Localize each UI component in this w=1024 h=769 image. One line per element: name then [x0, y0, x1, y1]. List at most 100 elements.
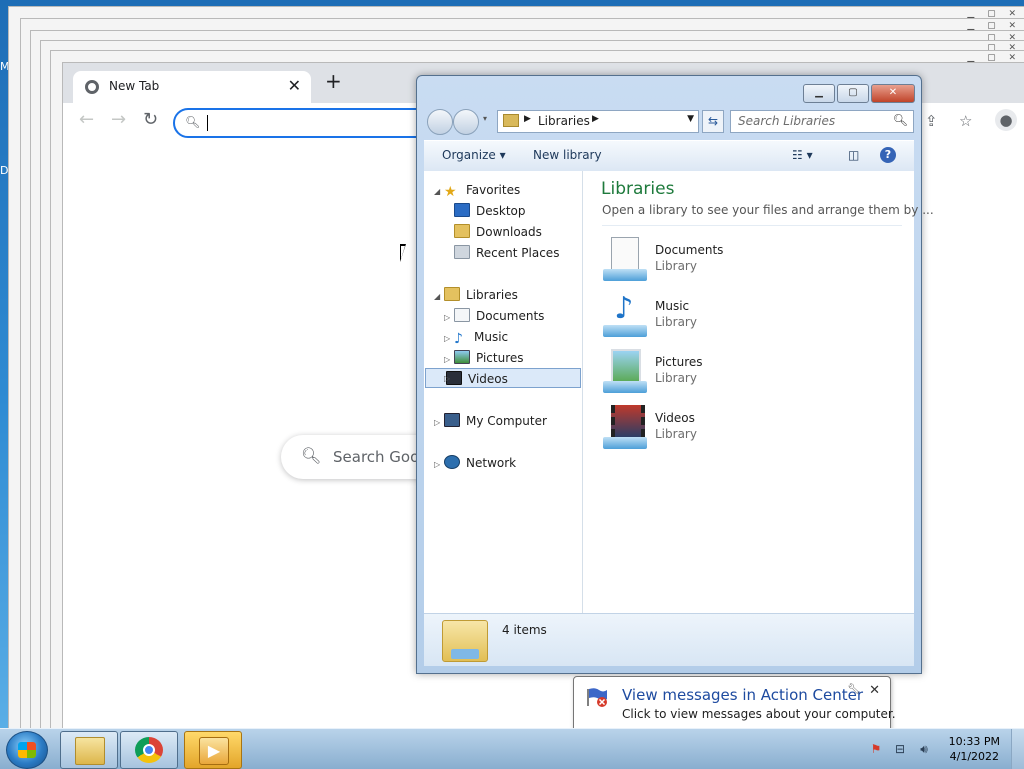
nav-documents[interactable]: ▷ Documents	[444, 306, 544, 326]
library-type: Library	[655, 315, 697, 329]
bookmark-star-icon[interactable]: ☆	[959, 112, 972, 130]
profile-avatar-icon[interactable]: ●	[995, 109, 1017, 131]
pictures-icon	[454, 350, 470, 364]
new-library-button[interactable]: New library	[533, 148, 602, 162]
action-center-flag-icon	[587, 688, 607, 707]
clock-date: 4/1/2022	[949, 750, 1000, 763]
organize-button[interactable]: Organize ▾	[442, 148, 506, 162]
back-icon[interactable]: ←	[79, 109, 94, 130]
share-icon[interactable]: ⇪	[925, 112, 938, 130]
action-center-notification[interactable]: View messages in Action Center Click to …	[573, 676, 896, 732]
navigation-pane: ◢ ★ Favorites Desktop Downloads Recent Pla…	[424, 171, 583, 613]
library-name: Music	[655, 299, 690, 313]
taskbar-chrome-button[interactable]	[120, 731, 178, 769]
new-tab-button[interactable]: +	[325, 69, 342, 93]
close-notification-icon[interactable]: ✕	[869, 683, 880, 698]
documents-icon	[454, 308, 470, 322]
search-input[interactable]: Search Libraries 🔍︎	[730, 110, 914, 133]
google-search-placeholder: Search Goo	[333, 448, 420, 466]
videos-library-icon	[601, 405, 649, 449]
breadcrumb-arrow-icon[interactable]: ▶	[592, 114, 599, 124]
explorer-folder-icon	[75, 737, 105, 765]
refresh-button[interactable]: ⇆	[702, 110, 724, 133]
expand-arrow-icon[interactable]: ▷	[444, 350, 454, 370]
window-controls: ▁ ▢ ✕	[803, 84, 915, 103]
tab-title: New Tab	[109, 79, 160, 93]
library-item-videos[interactable]: Videos Library	[601, 401, 881, 453]
change-view-icon[interactable]: ☷ ▾	[792, 148, 813, 162]
nav-libraries[interactable]: ◢ Libraries	[434, 285, 518, 305]
library-item-pictures[interactable]: Pictures Library	[601, 345, 881, 397]
page-title: Libraries	[601, 179, 675, 199]
nav-desktop[interactable]: Desktop	[454, 201, 526, 221]
preview-pane-icon[interactable]: ◫	[848, 148, 859, 162]
notification-body: Click to view messages about your comput…	[622, 707, 896, 721]
expand-arrow-icon[interactable]: ▷	[434, 455, 444, 475]
back-button[interactable]	[427, 109, 453, 135]
start-button[interactable]	[6, 731, 48, 769]
address-bar[interactable]: ▶ Libraries ▶ ▼	[497, 110, 699, 133]
recent-pages-icon[interactable]: ▾	[483, 114, 487, 123]
address-dropdown-icon[interactable]: ▼	[687, 114, 694, 124]
expand-arrow-icon[interactable]: ▷	[444, 374, 450, 383]
action-center-tray-icon[interactable]: ⚑	[868, 741, 884, 757]
minimize-button[interactable]: ▁	[803, 84, 835, 103]
content-pane: Libraries Open a library to see your fil…	[583, 171, 934, 613]
library-name: Pictures	[655, 355, 703, 369]
library-item-documents[interactable]: Documents Library	[601, 233, 881, 285]
expand-arrow-icon[interactable]: ▷	[444, 308, 454, 328]
system-tray: ⚑ ⊟ 🔊︎ 10:33 PM 4/1/2022	[864, 729, 1024, 769]
address-row: ▾ ▶ Libraries ▶ ▼ ⇆ Search Libraries 🔍︎	[425, 108, 914, 135]
nav-music[interactable]: ▷ ♪ Music	[444, 327, 508, 347]
forward-button[interactable]	[453, 109, 479, 135]
help-icon[interactable]: ?	[880, 147, 896, 163]
mouse-pointer-icon	[400, 244, 406, 262]
nav-recent-places[interactable]: Recent Places	[454, 243, 559, 263]
downloads-folder-icon	[454, 224, 470, 238]
maximize-button[interactable]: ▢	[837, 84, 869, 103]
clock[interactable]: 10:33 PM 4/1/2022	[949, 734, 1000, 764]
close-button[interactable]: ✕	[871, 84, 915, 103]
star-icon: ★	[444, 184, 457, 200]
search-icon: 🔍︎	[185, 115, 201, 129]
collapse-arrow-icon[interactable]: ◢	[434, 287, 444, 307]
nav-downloads[interactable]: Downloads	[454, 222, 542, 242]
taskbar: ▶ ⚑ ⊟ 🔊︎ 10:33 PM 4/1/2022	[0, 728, 1024, 769]
library-type: Library	[655, 371, 697, 385]
nav-pictures[interactable]: ▷ Pictures	[444, 348, 524, 368]
search-placeholder: Search Libraries	[738, 114, 836, 128]
expand-arrow-icon[interactable]: ▷	[444, 329, 454, 349]
library-type: Library	[655, 427, 697, 441]
breadcrumb[interactable]: Libraries	[538, 114, 590, 128]
music-note-icon: ♪	[454, 331, 463, 347]
command-bar: Organize ▾ New library ☷ ▾ ◫ ?	[424, 140, 914, 171]
page-subtitle: Open a library to see your files and arr…	[602, 203, 934, 217]
nav-network[interactable]: ▷ Network	[434, 453, 516, 473]
reload-icon[interactable]: ↻	[143, 109, 158, 130]
libraries-folder-icon	[503, 114, 519, 127]
taskbar-media-player-button[interactable]: ▶	[184, 731, 242, 769]
documents-library-icon	[601, 237, 649, 281]
expand-arrow-icon[interactable]: ▷	[434, 413, 444, 433]
volume-icon[interactable]: 🔊︎	[916, 741, 932, 757]
forward-icon[interactable]: →	[111, 109, 126, 130]
breadcrumb-arrow-icon[interactable]: ▶	[524, 114, 531, 124]
notification-title[interactable]: View messages in Action Center	[622, 686, 863, 704]
show-desktop-button[interactable]	[1011, 729, 1024, 769]
library-item-music[interactable]: ♪ Music Library	[601, 289, 881, 341]
nav-my-computer[interactable]: ▷ My Computer	[434, 411, 547, 431]
network-tray-icon[interactable]: ⊟	[892, 741, 908, 757]
text-caret	[207, 115, 208, 131]
chrome-icon	[135, 737, 163, 763]
explorer-panes: ◢ ★ Favorites Desktop Downloads Recent Pla…	[424, 171, 934, 613]
computer-icon	[444, 413, 460, 427]
close-tab-icon[interactable]: ✕	[288, 76, 301, 95]
tab-new-tab[interactable]: New Tab ✕	[73, 71, 311, 103]
library-name: Documents	[655, 243, 724, 257]
chrome-icon	[85, 80, 99, 94]
taskbar-explorer-button[interactable]	[60, 731, 118, 769]
settings-wrench-icon[interactable]: 🔧︎	[847, 684, 860, 695]
collapse-arrow-icon[interactable]: ◢	[434, 182, 444, 202]
nav-favorites[interactable]: ◢ ★ Favorites	[434, 180, 520, 200]
network-icon	[444, 455, 460, 469]
